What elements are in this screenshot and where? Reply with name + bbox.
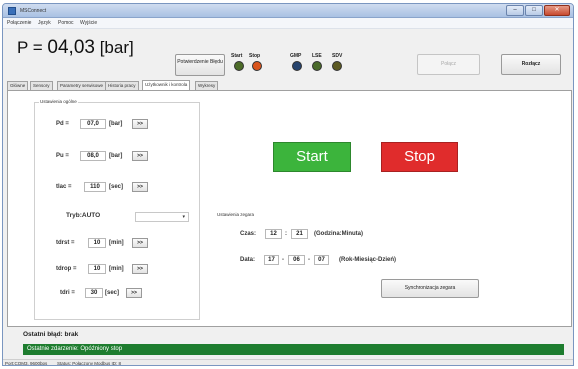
app-icon <box>8 7 16 15</box>
hour-field[interactable]: 12 <box>265 229 282 239</box>
time-separator: : <box>285 231 287 237</box>
date-label: Data: <box>240 257 256 263</box>
close-button[interactable]: ✕ <box>544 5 570 16</box>
tdrop-label: tdrop = <box>56 266 77 272</box>
tdrst-label: tdrst = <box>56 240 75 246</box>
pressure-prefix: P = <box>17 38 43 57</box>
tlac-unit: [sec] <box>109 184 124 190</box>
date-separator-2: - <box>308 257 310 263</box>
menu-connection[interactable]: Połączenie <box>7 20 31 26</box>
tlac-field[interactable]: 110 <box>84 182 106 192</box>
led-label-gmp: GMP <box>290 53 302 59</box>
app-window: MSConnect – □ ✕ Połączenie Język Pomoc W… <box>2 3 574 366</box>
led-label-start: Start <box>231 53 243 59</box>
pd-send-button[interactable]: >> <box>132 119 148 129</box>
tdrop-field[interactable]: 10 <box>88 264 106 274</box>
pu-unit: [bar] <box>109 153 123 159</box>
pd-unit: [bar] <box>109 121 123 127</box>
tdrop-send-button[interactable]: >> <box>132 264 148 274</box>
pd-label: Pd = <box>56 121 69 127</box>
tdri-send-button[interactable]: >> <box>126 288 142 298</box>
pu-send-button[interactable]: >> <box>132 151 148 161</box>
general-settings-group <box>34 102 200 320</box>
minute-field[interactable]: 21 <box>291 229 308 239</box>
date-separator-1: - <box>282 257 284 263</box>
led-label-lse: LSE <box>312 53 322 59</box>
tdrst-field[interactable]: 10 <box>88 238 106 248</box>
last-event-bar: Ostatnie zdarzenie: Opóźniony stop <box>23 344 564 355</box>
tdri-unit: [sec] <box>105 290 120 296</box>
window-title: MSConnect <box>20 8 47 14</box>
time-label: Czas: <box>240 231 257 237</box>
start-led-icon <box>234 61 244 71</box>
menu-exit[interactable]: Wyjście <box>80 20 97 26</box>
mode-dropdown[interactable]: ▾ <box>135 212 189 222</box>
pressure-readout: P = 04,03 [bar] <box>17 37 134 59</box>
minimize-button[interactable]: – <box>506 5 524 16</box>
chevron-down-icon: ▾ <box>182 214 185 220</box>
tlac-send-button[interactable]: >> <box>132 182 148 192</box>
clock-settings-title: Ustawienia zegara <box>216 212 256 217</box>
tdrop-unit: [min] <box>109 266 124 272</box>
tdrst-send-button[interactable]: >> <box>132 238 148 248</box>
menu-bar: Połączenie Język Pomoc Wyjście <box>3 18 573 29</box>
pressure-unit: [bar] <box>99 38 134 57</box>
status-bar: Port:COM3, 9600bps Status: Połączony Mod… <box>3 359 573 366</box>
maximize-button[interactable]: □ <box>525 5 543 16</box>
status-port: Port:COM3, 9600bps <box>5 361 48 366</box>
sdv-led-icon <box>332 61 342 71</box>
pressure-value: 04,03 <box>47 37 95 58</box>
gmp-led-icon <box>292 61 302 71</box>
month-field[interactable]: 06 <box>288 255 305 265</box>
date-hint: (Rok-Miesiąc-Dzień) <box>339 257 397 263</box>
led-label-sdv: SDV <box>332 53 343 59</box>
start-button[interactable]: Start <box>273 142 351 172</box>
connect-button[interactable]: Połącz <box>417 54 480 75</box>
general-settings-title: Ustawienia ogólne <box>39 99 78 104</box>
pd-field[interactable]: 07,0 <box>80 119 106 129</box>
led-label-stop: Stop <box>249 53 261 59</box>
status-connection: Status: Połączony Modbus ID: 8 <box>57 361 122 366</box>
tdrst-unit: [min] <box>109 240 124 246</box>
menu-help[interactable]: Pomoc <box>58 20 74 26</box>
sync-clock-button[interactable]: Synchronizacja zegara <box>381 279 479 298</box>
tlac-label: tlac = <box>56 184 72 190</box>
last-error-text: Ostatni błąd: brak <box>23 331 79 338</box>
tab-panel: Ustawienia ogólne Pd = 07,0 [bar] >> Pu … <box>7 90 572 327</box>
pu-label: Pu = <box>56 153 69 159</box>
day-field[interactable]: 07 <box>314 255 329 265</box>
tdri-label: tdri = <box>60 290 75 296</box>
year-field[interactable]: 17 <box>264 255 279 265</box>
time-hint: (Godzina:Minuta) <box>314 231 363 237</box>
stop-button[interactable]: Stop <box>381 142 458 172</box>
stop-led-icon <box>252 61 262 71</box>
disconnect-button[interactable]: Rozłącz <box>501 54 561 75</box>
mode-label: Tryb:AUTO <box>66 212 101 219</box>
pu-field[interactable]: 08,0 <box>80 151 106 161</box>
menu-language[interactable]: Język <box>38 20 51 26</box>
title-bar: MSConnect – □ ✕ <box>3 4 573 18</box>
lse-led-icon <box>312 61 322 71</box>
tdri-field[interactable]: 30 <box>85 288 103 298</box>
confirm-error-button[interactable]: Potwierdzenie Błędu <box>175 54 225 76</box>
